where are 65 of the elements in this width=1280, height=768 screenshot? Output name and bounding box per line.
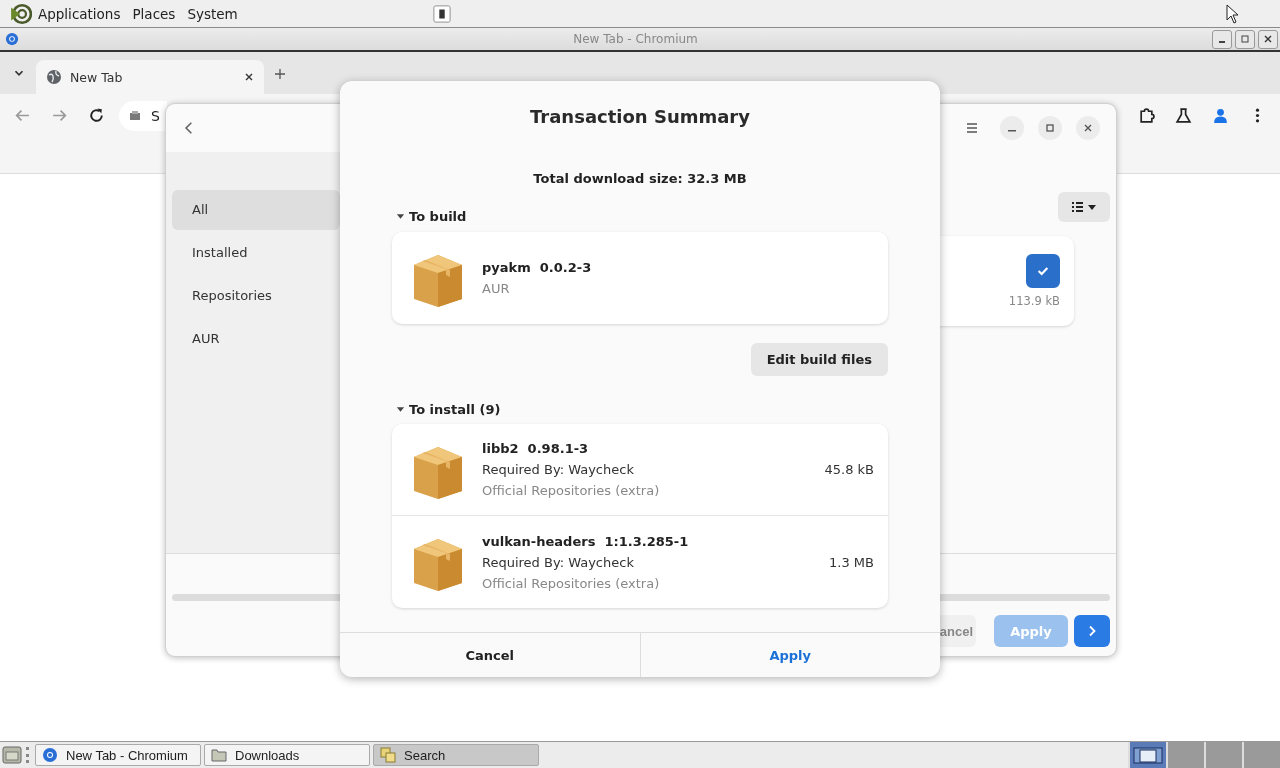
new-tab-icon[interactable] — [274, 68, 286, 80]
cancel-button[interactable]: Cancel — [340, 633, 640, 677]
list-view-icon — [1070, 200, 1098, 214]
next-button[interactable] — [1074, 615, 1110, 647]
maximize-button[interactable] — [1038, 116, 1062, 140]
taskbar-button[interactable]: New Tab - Chromium — [35, 744, 201, 766]
section-header[interactable]: To build — [396, 209, 888, 224]
address-field[interactable]: S — [119, 101, 167, 131]
dialog-title: Transaction Summary — [529, 106, 751, 129]
apply-button[interactable]: Apply — [639, 633, 940, 677]
minimize-icon — [1219, 41, 1225, 43]
close-icon — [1263, 34, 1273, 44]
panel-menu[interactable]: Applications — [36, 5, 131, 22]
profile-icon[interactable] — [1212, 107, 1229, 124]
package-name: pyakm 0.0.2-3 — [482, 260, 593, 275]
sidebar-item[interactable]: Repositories — [172, 276, 340, 316]
package-size: 113.9 kB — [1008, 294, 1060, 308]
panel-menu[interactable]: System — [185, 5, 248, 22]
back-icon[interactable] — [14, 107, 31, 124]
close-button[interactable] — [1258, 29, 1278, 49]
package-repository: Official Repositories (extra) — [482, 483, 661, 498]
extensions-icon[interactable] — [1138, 107, 1155, 124]
sidebar-item[interactable]: All — [172, 190, 340, 230]
required-by: Required By: Waycheck — [482, 554, 635, 570]
sidebar-item[interactable]: AUR — [172, 319, 340, 359]
package-name: vulkan-headers 1:1.3.285-1 — [482, 533, 690, 549]
sidebar-item[interactable]: Installed — [172, 233, 340, 273]
windows-icon — [380, 747, 396, 763]
flask-icon[interactable] — [1175, 107, 1192, 124]
minimize-button[interactable] — [1212, 29, 1232, 49]
window-title: New Tab - Chromium — [572, 32, 699, 46]
forward-icon[interactable] — [51, 107, 68, 124]
device-icon[interactable] — [432, 4, 451, 23]
show-desktop-icon[interactable] — [2, 745, 22, 765]
expander-icon — [396, 212, 405, 221]
expander-icon — [396, 405, 405, 414]
edit-build-files-button[interactable]: Edit build files — [750, 343, 888, 376]
workspace-icon — [1130, 746, 1166, 764]
close-icon[interactable] — [244, 72, 254, 82]
section-header[interactable]: To install (9) — [396, 402, 888, 417]
globe-icon — [46, 69, 62, 85]
chromium-icon — [42, 747, 58, 763]
download-size: Total download size: 32.3 MB — [532, 171, 748, 186]
package-name: libb2 0.98.1-3 — [482, 441, 590, 456]
minimize-icon — [1008, 130, 1016, 132]
mouse-pointer-icon — [1225, 3, 1240, 24]
taskbar-button[interactable]: Downloads — [204, 744, 370, 766]
taskbar-button[interactable]: Search — [373, 744, 539, 766]
reload-icon[interactable] — [88, 107, 105, 124]
workspace-button[interactable] — [1128, 742, 1166, 768]
package-repository: Official Repositories (extra) — [482, 575, 661, 591]
chromium-icon — [5, 32, 19, 46]
maximize-icon — [1240, 34, 1250, 44]
folder-icon — [211, 747, 227, 763]
checkmark-icon — [1036, 264, 1050, 278]
panel-menu[interactable]: Places — [130, 5, 186, 22]
view-mode-button[interactable] — [1058, 192, 1110, 222]
package-size: 1.3 MB — [829, 554, 874, 570]
required-by: Required By: Waycheck — [482, 462, 635, 477]
distro-logo-icon[interactable] — [10, 2, 32, 25]
package-repository: AUR — [482, 281, 511, 296]
drag-handle[interactable] — [26, 747, 32, 763]
browser-tab[interactable]: New Tab — [36, 60, 264, 94]
package-size: 45.8 kB — [824, 462, 874, 477]
package-checkbox[interactable] — [1026, 254, 1060, 288]
